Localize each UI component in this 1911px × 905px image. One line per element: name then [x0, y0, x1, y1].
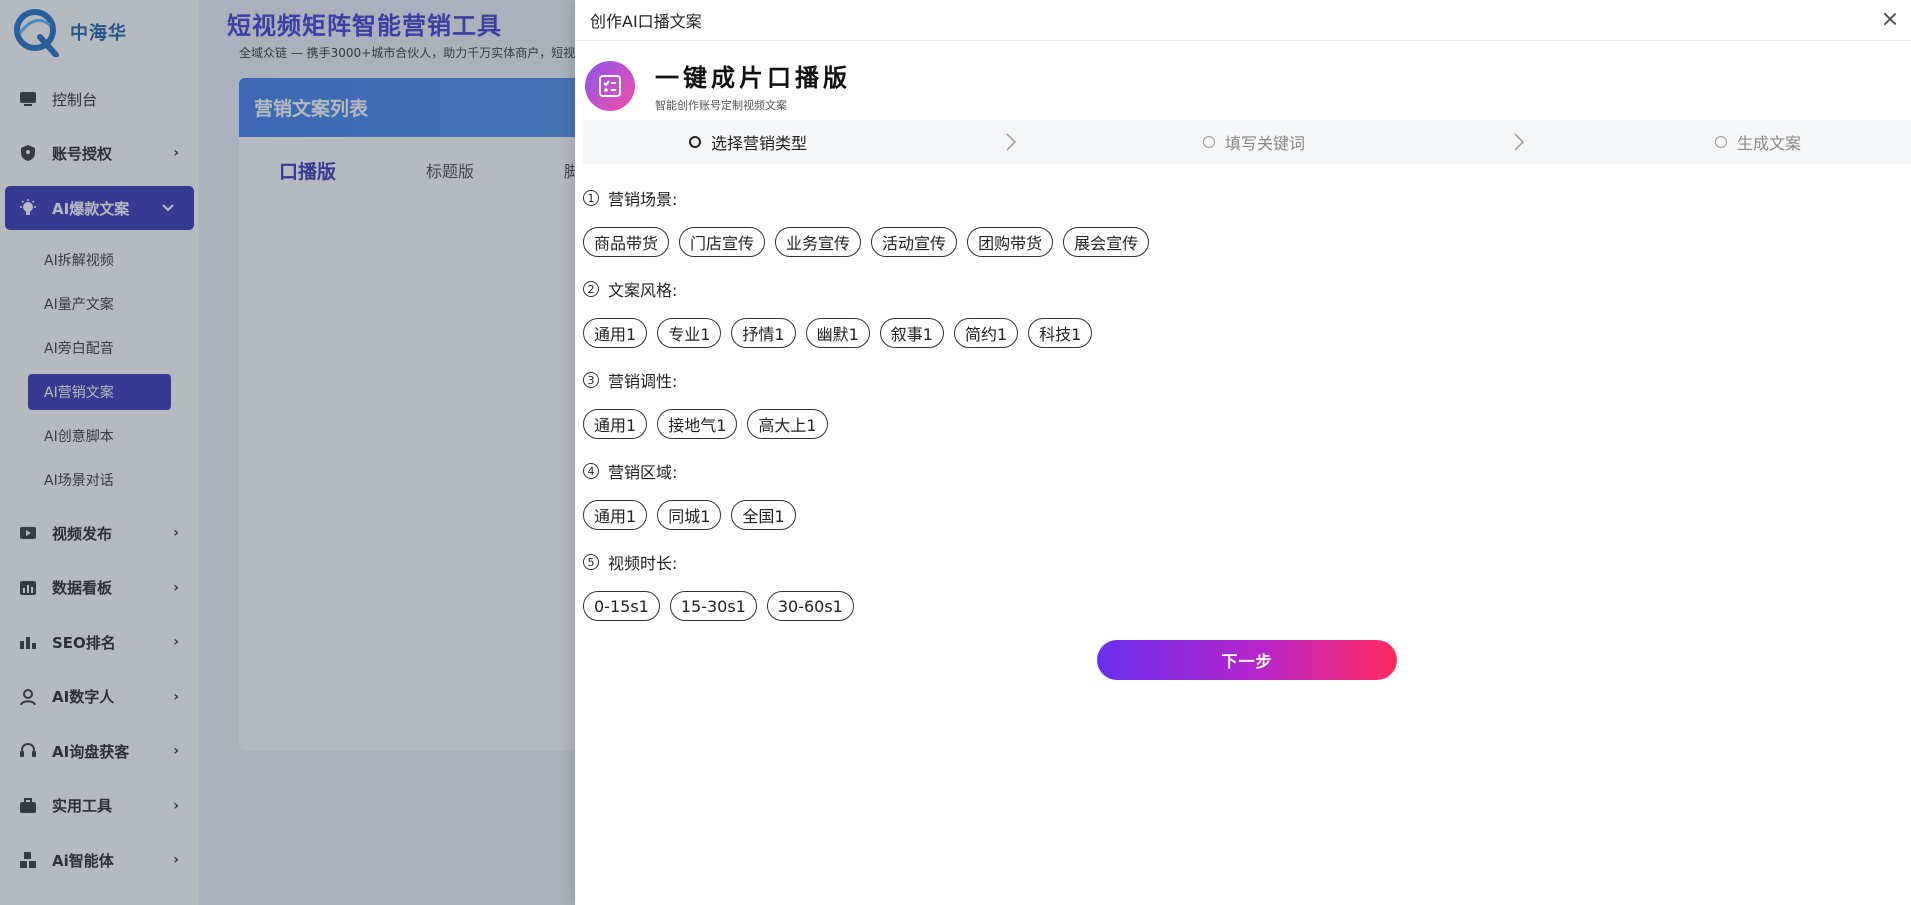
section-label: 视频时长:	[608, 554, 678, 573]
checklist-icon	[585, 60, 635, 111]
option-chip[interactable]: 展会宣传	[1063, 227, 1150, 257]
option-chip[interactable]: 商品带货	[583, 227, 670, 257]
section-number: 3	[583, 372, 599, 388]
section-label: 营销区域:	[608, 463, 678, 482]
step-generate[interactable]: 生成文案	[1715, 130, 1801, 154]
option-chip[interactable]: 通用1	[583, 500, 648, 530]
step-label: 生成文案	[1737, 134, 1802, 153]
option-chip[interactable]: 业务宣传	[775, 227, 862, 257]
section-number: 5	[583, 554, 599, 570]
option-chip[interactable]: 通用1	[583, 409, 648, 439]
stepper: 选择营销类型 填写关键词 生成文案	[583, 120, 1911, 164]
option-chip[interactable]: 幽默1	[805, 318, 870, 348]
drawer-header: 创作AI口播文案	[575, 0, 1911, 41]
modal-backdrop[interactable]	[199, 0, 575, 905]
hero-title: 一键成片口播版	[655, 64, 851, 92]
option-chip[interactable]: 0-15s1	[583, 591, 660, 621]
step-dot-icon	[689, 136, 701, 148]
section-marketing-tone: 3 营销调性:	[583, 368, 677, 392]
hero-subtitle: 智能创作账号定制视频文案	[655, 99, 787, 112]
drawer-title: 创作AI口播文案	[590, 12, 702, 31]
scene-options: 商品带货 门店宣传 业务宣传 活动宣传 团购带货 展会宣传	[583, 227, 1159, 257]
chevron-right-icon	[1006, 133, 1017, 151]
option-chip[interactable]: 同城1	[657, 500, 722, 530]
create-copy-drawer: 创作AI口播文案 一键成片口播版 智能创作账号定制视频文案 选择营销类型 填写关…	[575, 0, 1911, 905]
tone-options: 通用1 接地气1 高大上1	[583, 409, 838, 439]
option-chip[interactable]: 高大上1	[747, 409, 828, 439]
section-video-duration: 5 视频时长:	[583, 550, 677, 574]
step-keywords[interactable]: 填写关键词	[1203, 130, 1305, 154]
step-select-type[interactable]: 选择营销类型	[689, 130, 807, 154]
option-chip[interactable]: 门店宣传	[679, 227, 766, 257]
option-chip[interactable]: 全国1	[731, 500, 796, 530]
option-chip[interactable]: 15-30s1	[669, 591, 757, 621]
option-chip[interactable]: 通用1	[583, 318, 648, 348]
section-marketing-region: 4 营销区域:	[583, 459, 677, 483]
option-chip[interactable]: 叙事1	[879, 318, 944, 348]
style-options: 通用1 专业1 抒情1 幽默1 叙事1 简约1 科技1	[583, 318, 1102, 348]
option-chip[interactable]: 接地气1	[657, 409, 738, 439]
section-number: 1	[583, 190, 599, 206]
duration-options: 0-15s1 15-30s1 30-60s1	[583, 591, 864, 621]
option-chip[interactable]: 简约1	[953, 318, 1019, 348]
option-chip[interactable]: 团购带货	[967, 227, 1054, 257]
hero: 一键成片口播版 智能创作账号定制视频文案	[585, 58, 851, 113]
next-step-button[interactable]: 下一步	[1097, 640, 1397, 680]
close-icon[interactable]	[1879, 8, 1901, 30]
section-label: 营销调性:	[608, 372, 678, 391]
step-label: 选择营销类型	[711, 134, 808, 153]
section-label: 文案风格:	[608, 281, 678, 300]
chevron-right-icon	[1514, 133, 1525, 151]
option-chip[interactable]: 科技1	[1028, 318, 1093, 348]
modal-backdrop-left[interactable]	[0, 0, 199, 905]
section-number: 2	[583, 281, 599, 297]
step-dot-icon	[1715, 136, 1727, 148]
section-number: 4	[583, 463, 599, 479]
section-copy-style: 2 文案风格:	[583, 277, 677, 301]
step-label: 填写关键词	[1225, 134, 1306, 153]
option-chip[interactable]: 抒情1	[731, 318, 796, 348]
option-chip[interactable]: 活动宣传	[871, 227, 958, 257]
option-chip[interactable]: 30-60s1	[766, 591, 854, 621]
section-marketing-scene: 1 营销场景:	[583, 186, 677, 210]
step-dot-icon	[1203, 136, 1215, 148]
option-chip[interactable]: 专业1	[657, 318, 722, 348]
section-label: 营销场景:	[608, 190, 678, 209]
region-options: 通用1 同城1 全国1	[583, 500, 806, 530]
